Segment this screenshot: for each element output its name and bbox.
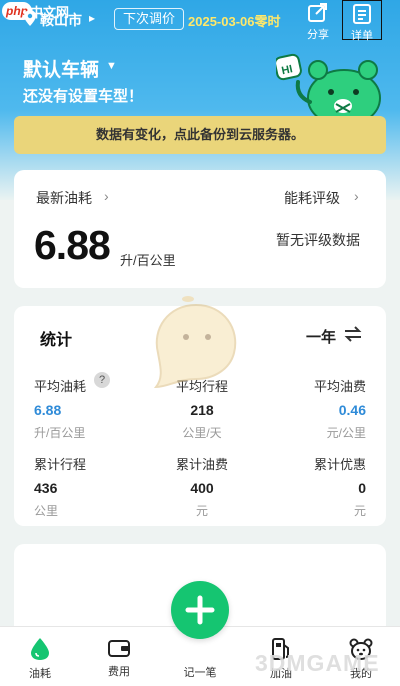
help-icon[interactable]: ? — [94, 372, 110, 388]
energy-rating-label[interactable]: 能耗评级 — [284, 188, 340, 208]
fuel-summary-card: 最新油耗 › 能耗评级 › 6.88 升/百公里 暂无评级数据 — [14, 170, 386, 288]
total-distance-unit: 公里 — [34, 504, 59, 518]
share-label: 分享 — [307, 29, 329, 41]
share-icon — [308, 3, 327, 22]
latest-fuel-label[interactable]: 最新油耗 — [36, 188, 92, 208]
bear-mascot-icon: HI — [276, 53, 381, 122]
energy-rating-value: 暂无评级数据 — [276, 232, 360, 248]
add-record-button[interactable] — [171, 581, 229, 639]
avg-cost-value: 0.46 — [338, 402, 366, 418]
avg-distance-unit: 公里/天 — [182, 426, 222, 440]
total-cost-stat: 累计油费 400 元 — [142, 454, 262, 519]
avg-fuel-value: 6.88 — [34, 402, 62, 418]
city-chevron-icon[interactable]: ▸ — [89, 11, 95, 25]
city-selector[interactable]: 鞍山市 — [40, 10, 82, 30]
total-cost-value: 400 — [190, 480, 214, 496]
total-cost-label: 累计油费 — [175, 457, 228, 472]
top-bar: php 中文网 鞍山市 ▸ 下次调价 2025-03-06零时 分享 详单 — [0, 0, 400, 42]
avg-fuel-stat: 平均油耗 6.88 升/百公里 — [34, 376, 86, 441]
price-adjust-date: 2025-03-06零时 — [188, 14, 281, 29]
total-distance-value: 436 — [34, 480, 58, 496]
avg-fuel-label: 平均油耗 — [34, 379, 87, 394]
document-icon — [353, 4, 371, 24]
nav-cost-label: 费用 — [108, 666, 130, 678]
latest-fuel-chevron-icon[interactable]: › — [104, 188, 109, 204]
avg-cost-label: 平均油费 — [313, 379, 366, 394]
vehicle-dropdown-icon[interactable]: ▼ — [106, 60, 117, 72]
total-discount-value: 0 — [358, 480, 366, 496]
nav-fuel[interactable]: 油耗 — [10, 637, 70, 681]
next-price-adjust-button[interactable]: 下次调价 — [114, 8, 184, 30]
nav-fuel-label: 油耗 — [29, 668, 51, 680]
avg-distance-value: 218 — [190, 402, 214, 418]
avg-cost-unit: 元/公里 — [326, 426, 366, 440]
avg-cost-stat: 平均油费 0.46 元/公里 — [276, 376, 366, 441]
avg-fuel-unit: 升/百公里 — [34, 426, 86, 440]
total-distance-label: 累计行程 — [34, 457, 87, 472]
location-pin-icon[interactable] — [24, 10, 36, 26]
total-cost-unit: 元 — [195, 504, 208, 518]
plus-icon — [185, 595, 215, 625]
total-discount-unit: 元 — [353, 504, 366, 518]
total-discount-stat: 累计优惠 0 元 — [276, 454, 366, 519]
ghost-watermark-icon — [153, 296, 237, 389]
vehicle-model-hint[interactable]: 还没有设置车型！ — [23, 85, 143, 106]
wallet-icon — [108, 640, 130, 657]
swap-icon[interactable] — [344, 326, 362, 342]
backup-notice-banner[interactable]: 数据有变化，点此备份到云服务器。 — [14, 116, 386, 154]
detail-label: 详单 — [351, 30, 373, 42]
3dmgame-watermark: 3DMGAME — [255, 650, 380, 676]
total-distance-stat: 累计行程 436 公里 — [34, 454, 86, 519]
latest-fuel-value: 6.88 — [34, 222, 111, 268]
latest-fuel-unit: 升/百公里 — [120, 253, 176, 268]
statistics-title: 统计 — [40, 332, 73, 349]
add-record-label[interactable]: 记一笔 — [170, 664, 230, 680]
period-selector[interactable]: 一年 — [306, 326, 336, 347]
share-button[interactable]: 分享 — [298, 2, 338, 42]
vehicle-name[interactable]: 默认车辆 — [23, 55, 99, 82]
total-discount-label: 累计优惠 — [313, 457, 366, 472]
fuel-drop-icon — [31, 638, 49, 660]
energy-rating-chevron-icon[interactable]: › — [354, 188, 359, 204]
detail-button[interactable]: 详单 — [342, 0, 382, 42]
nav-cost[interactable]: 费用 — [89, 637, 149, 679]
